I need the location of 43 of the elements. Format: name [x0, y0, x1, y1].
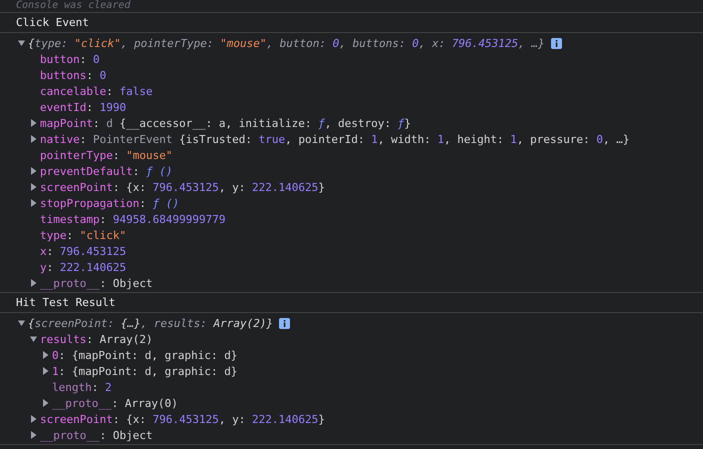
- property-line: __proto__: Object: [40, 276, 153, 290]
- collapse-triangle-icon[interactable]: [18, 39, 25, 47]
- expand-triangle-icon[interactable]: [30, 167, 37, 175]
- log-message: Click Event: [0, 13, 703, 33]
- property-line: results: Array(2): [40, 332, 153, 346]
- property-line: eventId: 1990: [40, 100, 126, 114]
- expand-triangle-icon[interactable]: [30, 279, 37, 287]
- property-line: type: "click": [40, 228, 126, 242]
- property-line: x: 796.453125: [40, 244, 126, 258]
- expand-triangle-icon[interactable]: [30, 183, 37, 191]
- property-line: native: PointerEvent {isTrusted: true, pointerId: 1, width: 1, height: 1, pressure: 0, …}: [40, 132, 630, 146]
- property-line: pointerType: "mouse": [40, 148, 172, 162]
- collapse-triangle-icon[interactable]: [30, 335, 37, 343]
- object-summary[interactable]: {type: "click", pointerType: "mouse", button: 0, buttons: 0, x: 796.453125, …}: [28, 36, 545, 50]
- console-notice: Console was cleared: [0, 0, 703, 13]
- property-line: __proto__: Array(0): [52, 396, 178, 410]
- expand-triangle-icon[interactable]: [30, 415, 37, 423]
- property-line: mapPoint: d {__accessor__: a, initialize: ƒ, destroy: ƒ}: [40, 116, 411, 130]
- property-line: 1: {mapPoint: d, graphic: d}: [52, 364, 238, 378]
- property-line: screenPoint: {x: 796.453125, y: 222.140625}: [40, 180, 325, 194]
- property-line: button: 0: [40, 52, 100, 66]
- expand-triangle-icon[interactable]: [42, 351, 49, 359]
- info-icon[interactable]: [550, 38, 562, 48]
- expand-triangle-icon[interactable]: [42, 399, 49, 407]
- expand-triangle-icon[interactable]: [30, 135, 37, 143]
- property-line: preventDefault: ƒ (): [40, 164, 172, 178]
- object-summary[interactable]: {screenPoint: {…}, results: Array(2)}: [28, 316, 274, 330]
- log-message: Hit Test Result: [0, 293, 703, 313]
- property-line: buttons: 0: [40, 68, 106, 82]
- collapse-triangle-icon[interactable]: [18, 319, 25, 327]
- expand-triangle-icon[interactable]: [30, 119, 37, 127]
- property-line: __proto__: Object: [40, 428, 153, 442]
- property-line: cancelable: false: [40, 84, 153, 98]
- expand-triangle-icon[interactable]: [30, 199, 37, 207]
- property-line: stopPropagation: ƒ (): [40, 196, 180, 210]
- property-line: timestamp: 94958.68499999779: [40, 212, 226, 226]
- expand-triangle-icon[interactable]: [30, 431, 37, 439]
- property-line: screenPoint: {x: 796.453125, y: 222.140625}: [40, 412, 325, 426]
- expand-triangle-icon[interactable]: [42, 367, 49, 375]
- property-line: 0: {mapPoint: d, graphic: d}: [52, 348, 238, 362]
- info-icon[interactable]: [279, 318, 290, 328]
- property-line: length: 2: [52, 380, 112, 394]
- property-line: y: 222.140625: [40, 260, 126, 274]
